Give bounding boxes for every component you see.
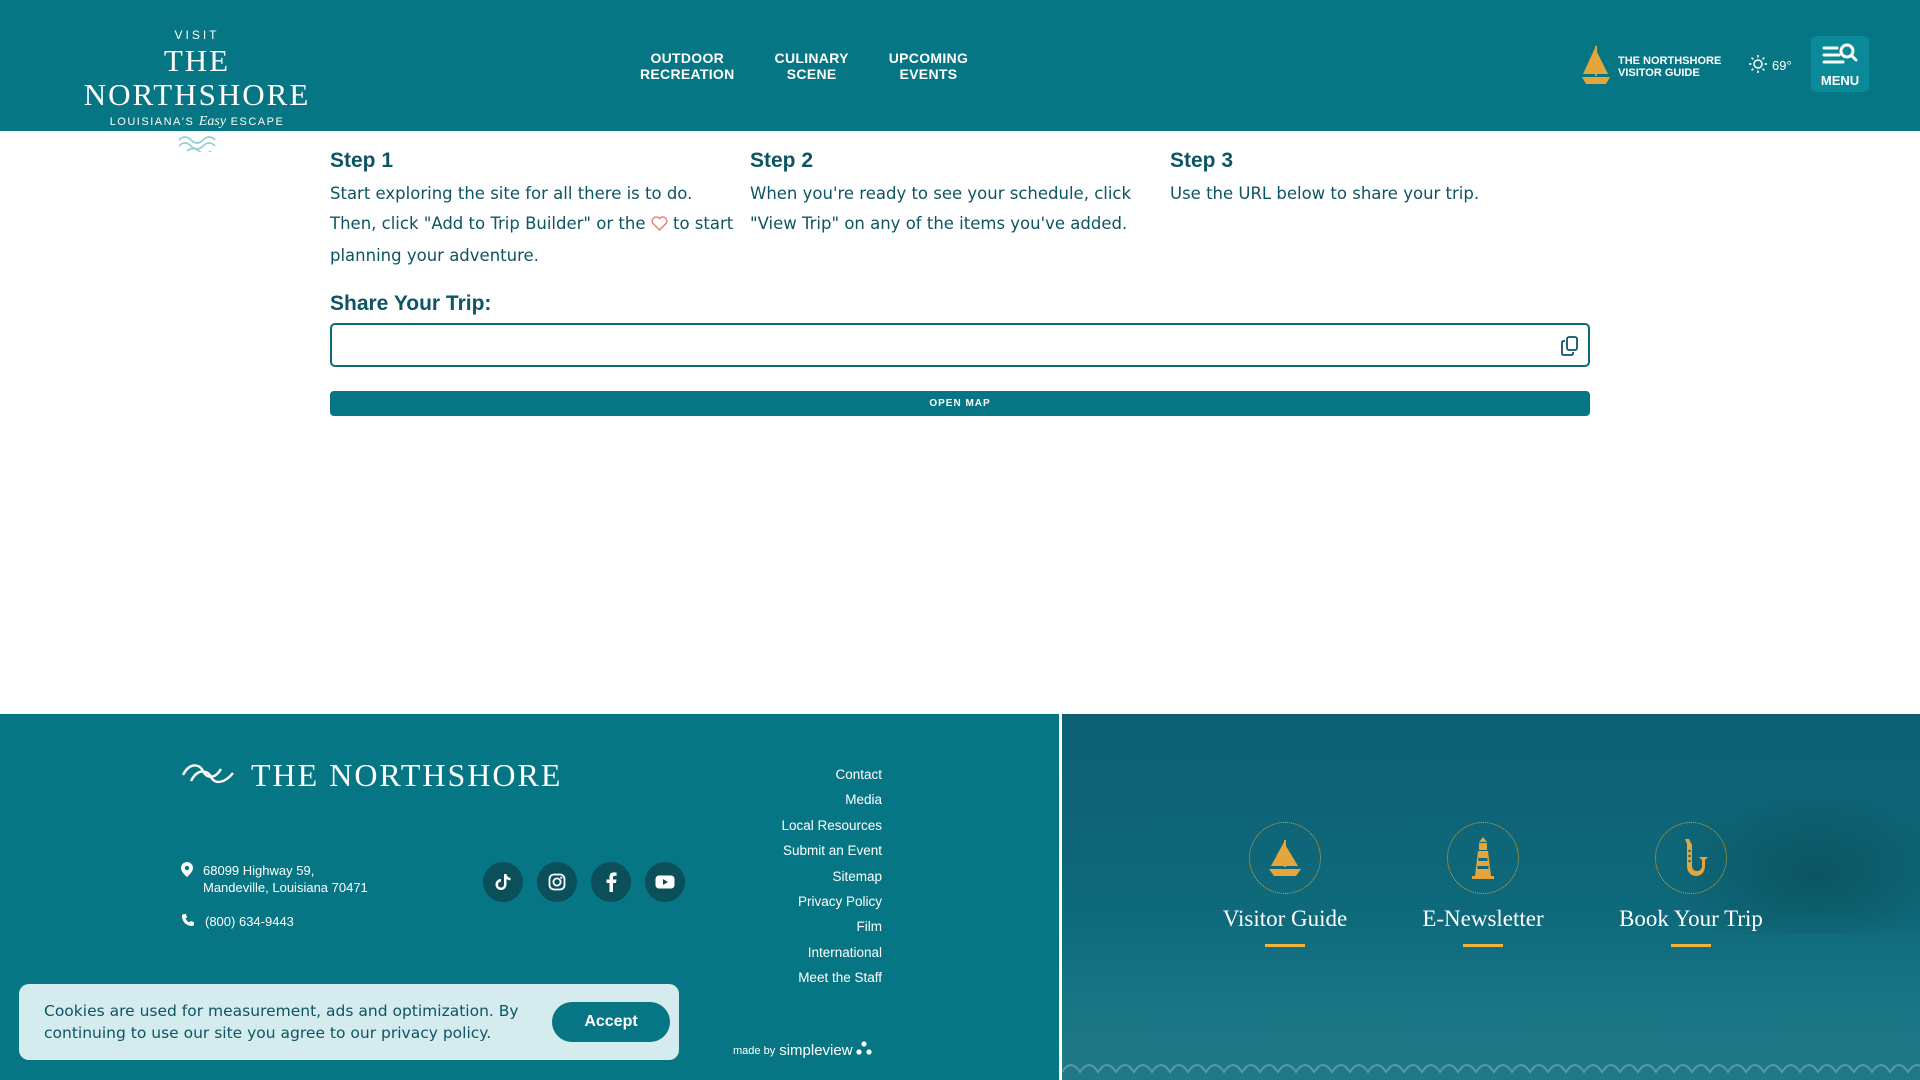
share-url-field-wrapper: [330, 323, 1590, 367]
footer-link-film[interactable]: Film: [700, 914, 883, 939]
accept-cookies-button[interactable]: Accept: [552, 1002, 670, 1042]
step-text: Use the URL below to share your trip.: [1170, 184, 1480, 203]
nav-label-line1: OUTDOOR: [650, 50, 725, 66]
feature-label: E-Newsletter: [1422, 906, 1544, 931]
footer-link-privacy-policy[interactable]: Privacy Policy: [700, 889, 882, 914]
youtube-icon[interactable]: [645, 862, 685, 902]
instagram-icon[interactable]: [537, 862, 577, 902]
nav-label-line2: SCENE: [786, 66, 837, 82]
open-map-button[interactable]: OPEN MAP: [330, 391, 1590, 416]
temperature: 69°: [1772, 58, 1792, 73]
nav-label-line1: UPCOMING: [888, 50, 969, 66]
cookie-message: Cookies are used for measurement, ads an…: [44, 1002, 519, 1042]
feature-label: Visitor Guide: [1222, 906, 1348, 931]
feature-underline: [1265, 944, 1305, 947]
nav-outdoor-recreation[interactable]: OUTDOOR RECREATION: [640, 50, 735, 82]
share-trip-title: Share Your Trip:: [330, 292, 492, 315]
footer-logo-name: THE NORTHSHORE: [251, 757, 563, 793]
nav-culinary-scene[interactable]: CULINARY SCENE: [775, 50, 849, 82]
logo-name: THE NORTHSHORE: [83, 43, 311, 112]
copy-icon[interactable]: [1560, 335, 1580, 361]
tagline-post: ESCAPE: [230, 116, 285, 128]
visitor-guide-link[interactable]: THE NORTHSHORE VISITOR GUIDE: [1580, 44, 1721, 90]
nav-label-line2: RECREATION: [640, 66, 735, 82]
lighthouse-icon: [1447, 822, 1519, 894]
footer-features: Visitor Guide E-Newsletter Book Your Tri…: [1210, 822, 1776, 947]
nav-upcoming-events[interactable]: UPCOMING EVENTS: [889, 50, 968, 82]
footer-links: Contact Media Local Resources Submit an …: [700, 762, 882, 991]
share-url-input[interactable]: [332, 325, 1532, 365]
nav-label-line1: CULINARY: [774, 50, 849, 66]
logo-visit-text: VISIT: [174, 28, 220, 42]
nav-label-line2: EVENTS: [899, 66, 958, 82]
sailboat-icon: [1249, 822, 1321, 894]
step-1: Step 1 Start exploring the site for all …: [330, 149, 750, 271]
address-lines: 68099 Highway 59, Mandeville, Louisiana …: [203, 862, 368, 896]
menu-button[interactable]: MENU: [1811, 36, 1869, 92]
feature-book-your-trip[interactable]: Book Your Trip: [1606, 822, 1776, 947]
waves-icon: [50, 134, 344, 156]
phone-number: (800) 634-9443: [205, 914, 294, 929]
footer-link-submit-event[interactable]: Submit an Event: [700, 838, 882, 863]
feature-underline: [1463, 944, 1503, 947]
trip-builder-steps: Step 1 Start exploring the site for all …: [330, 149, 1590, 271]
footer-link-contact[interactable]: Contact: [700, 762, 882, 787]
heart-icon: [651, 211, 668, 241]
waves-icon: [181, 761, 237, 791]
site-header: VISIT THE NORTHSHORE LOUISIANA'S Easy ES…: [0, 0, 1920, 155]
site-logo[interactable]: VISIT THE NORTHSHORE LOUISIANA'S Easy ES…: [50, 28, 344, 156]
simpleview-logo-icon: [855, 1041, 872, 1060]
step-title: Step 2: [750, 149, 814, 172]
cookie-banner: Cookies are used for measurement, ads an…: [19, 984, 679, 1060]
feature-underline: [1671, 944, 1711, 947]
weather-widget: 69°: [1748, 54, 1792, 77]
feature-e-newsletter[interactable]: E-Newsletter: [1408, 822, 1558, 947]
footer-link-sitemap[interactable]: Sitemap: [700, 864, 882, 889]
sun-icon: [1748, 54, 1768, 77]
guide-line2: VISITOR GUIDE: [1618, 67, 1700, 79]
feature-label: Book Your Trip: [1619, 906, 1763, 931]
footer-link-media[interactable]: Media: [700, 787, 882, 812]
sailboat-icon: [1580, 44, 1612, 90]
footer-link-international[interactable]: International: [700, 940, 882, 965]
step-title: Step 1: [330, 149, 394, 172]
phone-link[interactable]: (800) 634-9443: [181, 913, 294, 930]
guide-line1: THE NORTHSHORE: [1618, 55, 1722, 67]
social-links: [483, 862, 699, 902]
phone-icon: [181, 913, 195, 930]
made-by-simpleview[interactable]: made by simpleview: [733, 1041, 872, 1060]
madeby-brand: simpleview: [779, 1042, 853, 1059]
saxophone-icon: [1655, 822, 1727, 894]
main-nav: OUTDOOR RECREATION CULINARY SCENE UPCOMI…: [640, 50, 1008, 82]
menu-label: MENU: [1820, 73, 1860, 88]
map-pin-icon: [181, 862, 193, 896]
feature-visitor-guide[interactable]: Visitor Guide: [1210, 822, 1360, 947]
footer-logo[interactable]: THE NORTHSHORE: [181, 757, 562, 794]
step-text-before: Start exploring the site for all there i…: [330, 184, 693, 233]
facebook-icon[interactable]: [591, 862, 631, 902]
address-line2: Mandeville, Louisiana 70471: [203, 880, 368, 895]
step-text: When you're ready to see your schedule, …: [750, 184, 1132, 233]
step-text: Start exploring the site for all there i…: [330, 179, 735, 271]
step-title: Step 3: [1170, 149, 1234, 172]
visitor-guide-text: THE NORTHSHORE VISITOR GUIDE: [1618, 55, 1721, 79]
address: 68099 Highway 59, Mandeville, Louisiana …: [181, 862, 368, 896]
tiktok-icon[interactable]: [483, 862, 523, 902]
address-line1: 68099 Highway 59,: [203, 863, 315, 878]
wave-pattern: [1062, 1064, 1920, 1074]
tagline-pre: LOUISIANA'S: [109, 116, 195, 128]
tagline-script: Easy: [198, 114, 227, 129]
step-3: Step 3 Use the URL below to share your t…: [1170, 149, 1590, 271]
step-2: Step 2 When you're ready to see your sch…: [750, 149, 1170, 271]
logo-tagline: LOUISIANA'S Easy ESCAPE: [50, 114, 344, 130]
footer-link-meet-staff[interactable]: Meet the Staff: [700, 965, 882, 990]
footer-link-local-resources[interactable]: Local Resources: [700, 813, 882, 838]
madeby-small: made by: [733, 1044, 776, 1057]
